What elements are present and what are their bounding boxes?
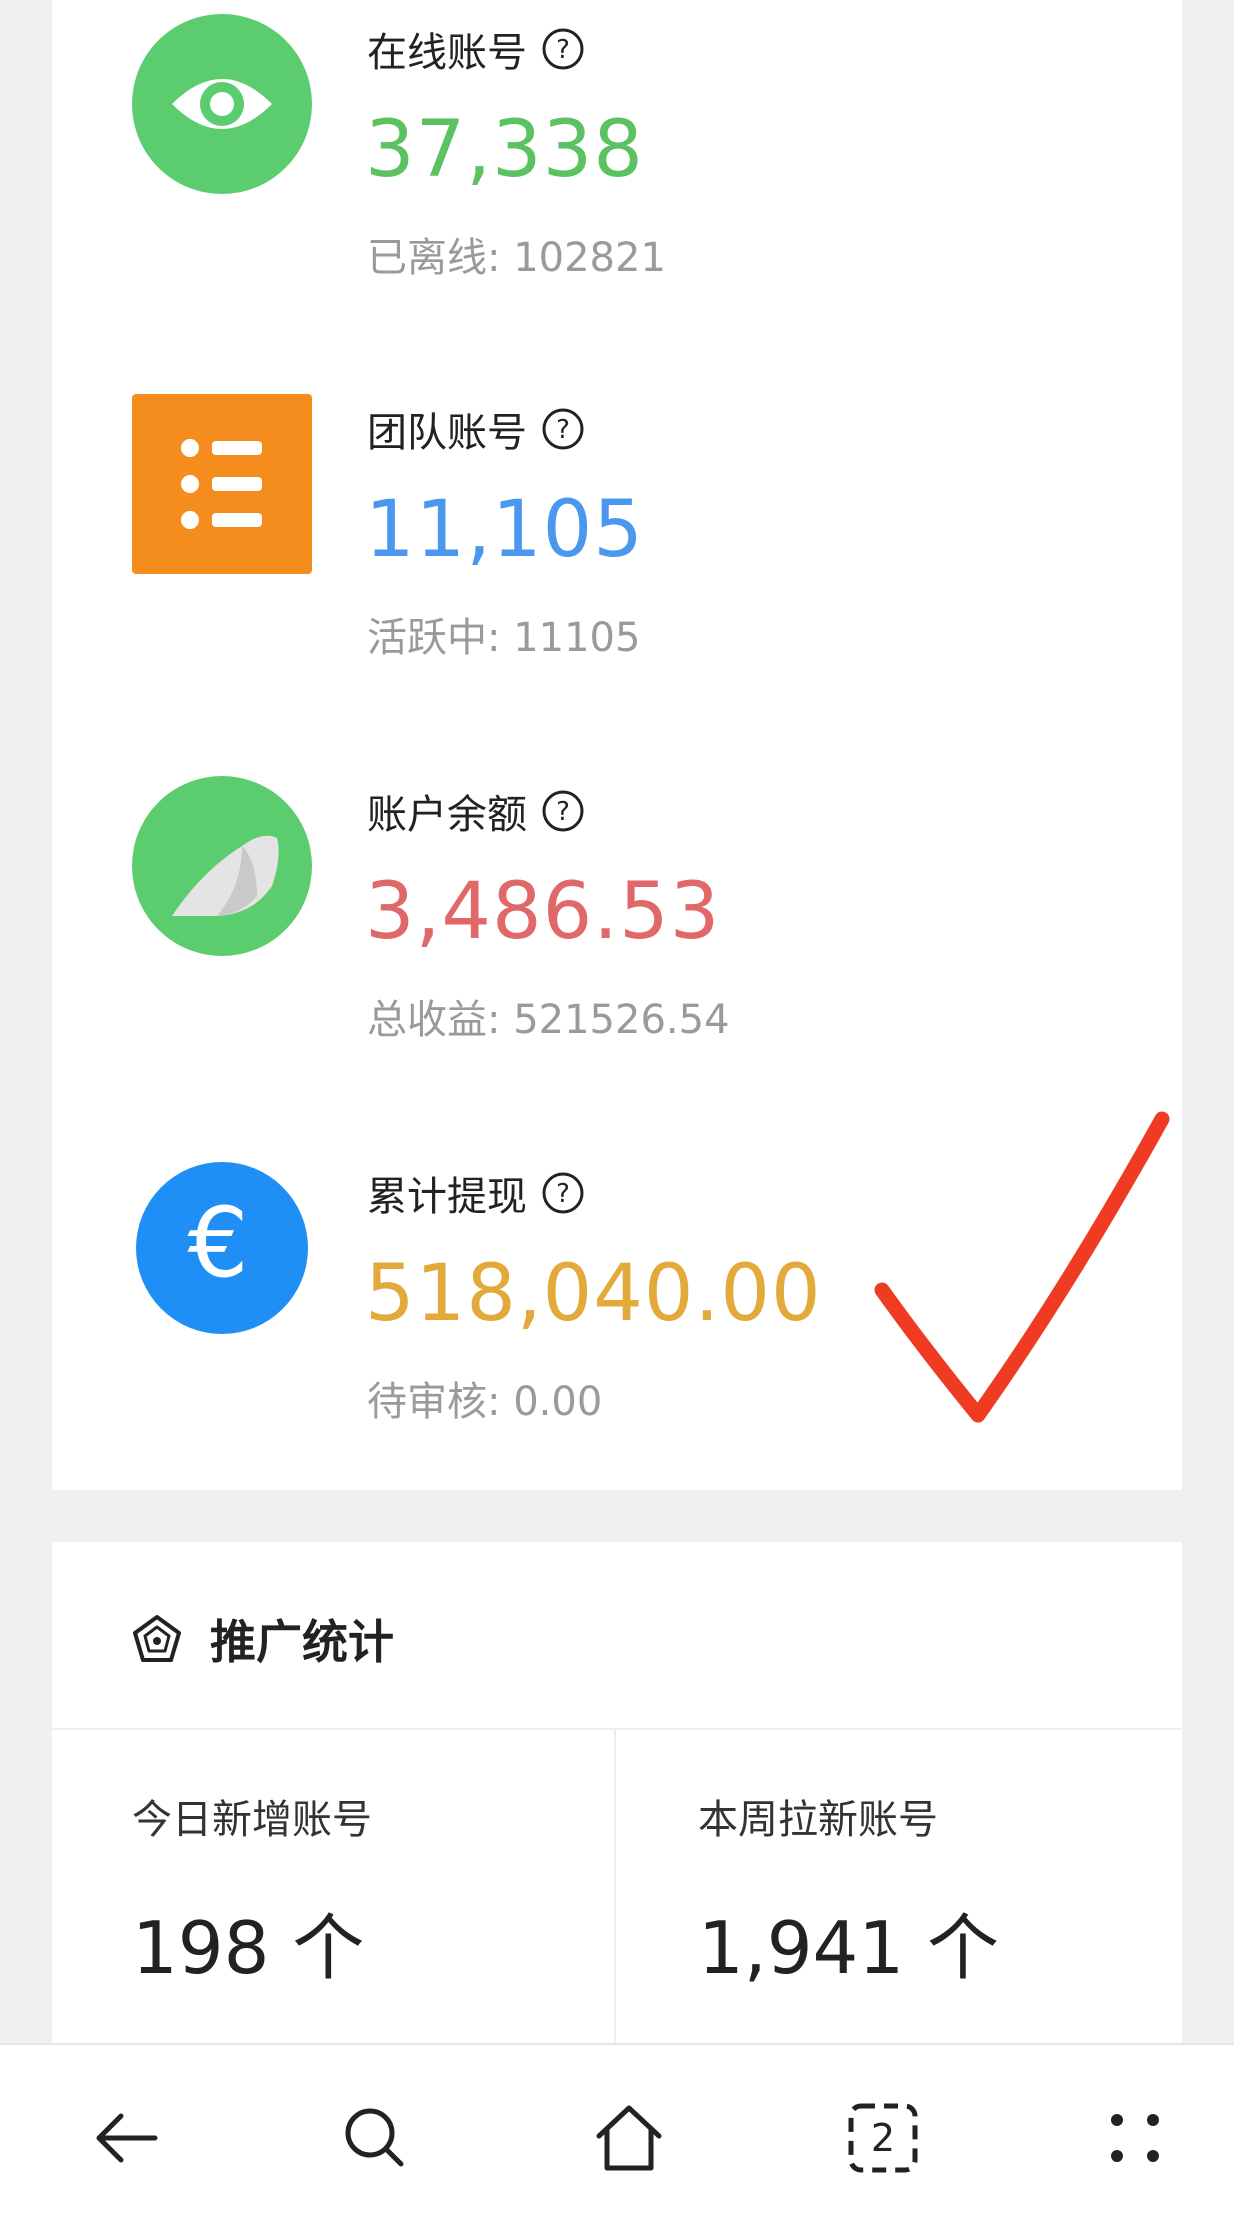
stats-card: 在线账号 ? 37,338 已离线: 102821 团队账号 ? 11,105 … [52,0,1182,1490]
stat-label-text: 累计提现 [367,1174,527,1220]
stat-account-balance[interactable]: 账户余额 ? 3,486.53 总收益: 521526.54 [132,762,1132,1062]
page: 在线账号 ? 37,338 已离线: 102821 团队账号 ? 11,105 … [0,0,1234,2225]
stat-label: 账户余额 ? [367,782,585,840]
stat-label: 团队账号 ? [367,400,585,458]
divider [52,1728,1182,1730]
search-button[interactable] [330,2093,420,2183]
more-icon [1111,2114,1159,2162]
stat-value: 11,105 [365,485,644,575]
promo-title: 推广统计 [210,1615,394,1669]
back-button[interactable] [82,2093,172,2183]
home-button[interactable] [584,2093,674,2183]
stat-value: 518,040.00 [365,1249,822,1339]
eye-icon [132,14,312,194]
pentagon-chart-icon [133,1615,181,1662]
stat-label-text: 团队账号 [367,410,527,456]
stat-label-text: 在线账号 [367,30,527,76]
svg-text:?: ? [556,35,570,65]
stat-sub: 待审核: 0.00 [367,1369,602,1427]
help-icon[interactable]: ? [541,27,585,71]
list-icon [132,394,312,574]
stat-sub: 总收益: 521526.54 [367,987,730,1045]
tabs-button[interactable]: 2 [838,2093,928,2183]
stat-sub-value: 521526.54 [513,997,730,1043]
promo-cell-label: 本周拉新账号 [698,1797,938,1843]
stat-sub-value: 102821 [513,235,666,281]
promo-week-new[interactable]: 本周拉新账号 1,941 个 [698,1787,999,1994]
help-icon[interactable]: ? [541,1171,585,1215]
promo-cell-value: 1,941 个 [698,1906,1000,1990]
stat-sub: 活跃中: 11105 [367,605,640,663]
svg-text:?: ? [556,415,570,445]
back-arrow-icon [96,2113,158,2163]
stat-sub-label: 待审核 [367,1379,487,1425]
stat-sub-value: 11105 [513,615,641,661]
stat-sub-sep: : [487,1379,514,1425]
home-icon [596,2105,662,2171]
bird-icon [132,776,312,956]
promo-cell-label: 今日新增账号 [132,1797,372,1843]
stat-label-text: 账户余额 [367,792,527,838]
stat-sub-sep: : [487,235,514,281]
stat-label: 累计提现 ? [367,1164,585,1222]
svg-text:€: € [187,1187,248,1299]
more-button[interactable] [1090,2093,1180,2183]
stat-sub-value: 0.00 [513,1379,603,1425]
stat-sub-label: 总收益 [367,997,487,1043]
stat-online-accounts[interactable]: 在线账号 ? 37,338 已离线: 102821 [132,0,1132,300]
tab-count: 2 [871,2116,895,2160]
svg-text:?: ? [556,1179,570,1209]
search-icon [345,2108,404,2167]
stat-sub-label: 活跃中 [367,615,487,661]
stat-value: 3,486.53 [365,867,721,957]
promo-today-new[interactable]: 今日新增账号 198 个 [132,1787,372,1994]
svg-text:?: ? [556,797,570,827]
stat-sub: 已离线: 102821 [367,225,666,283]
stat-value: 37,338 [365,105,644,195]
euro-icon: € [136,1162,308,1334]
stat-sub-label: 已离线 [367,235,487,281]
stat-team-accounts[interactable]: 团队账号 ? 11,105 活跃中: 11105 [132,380,1132,680]
tabs-icon: 2 [848,2103,918,2173]
stat-label: 在线账号 ? [367,20,585,78]
help-icon[interactable]: ? [541,789,585,833]
help-icon[interactable]: ? [541,407,585,451]
promo-header: 推广统计 [132,1606,394,1672]
stat-sub-sep: : [487,997,514,1043]
stat-sub-sep: : [487,615,514,661]
promo-cell-value: 198 个 [132,1906,365,1990]
bottom-nav: 2 [0,2043,1234,2225]
stat-cumulative-withdrawal[interactable]: € 累计提现 ? 518,040.00 待审核: 0.00 [132,1144,1132,1444]
